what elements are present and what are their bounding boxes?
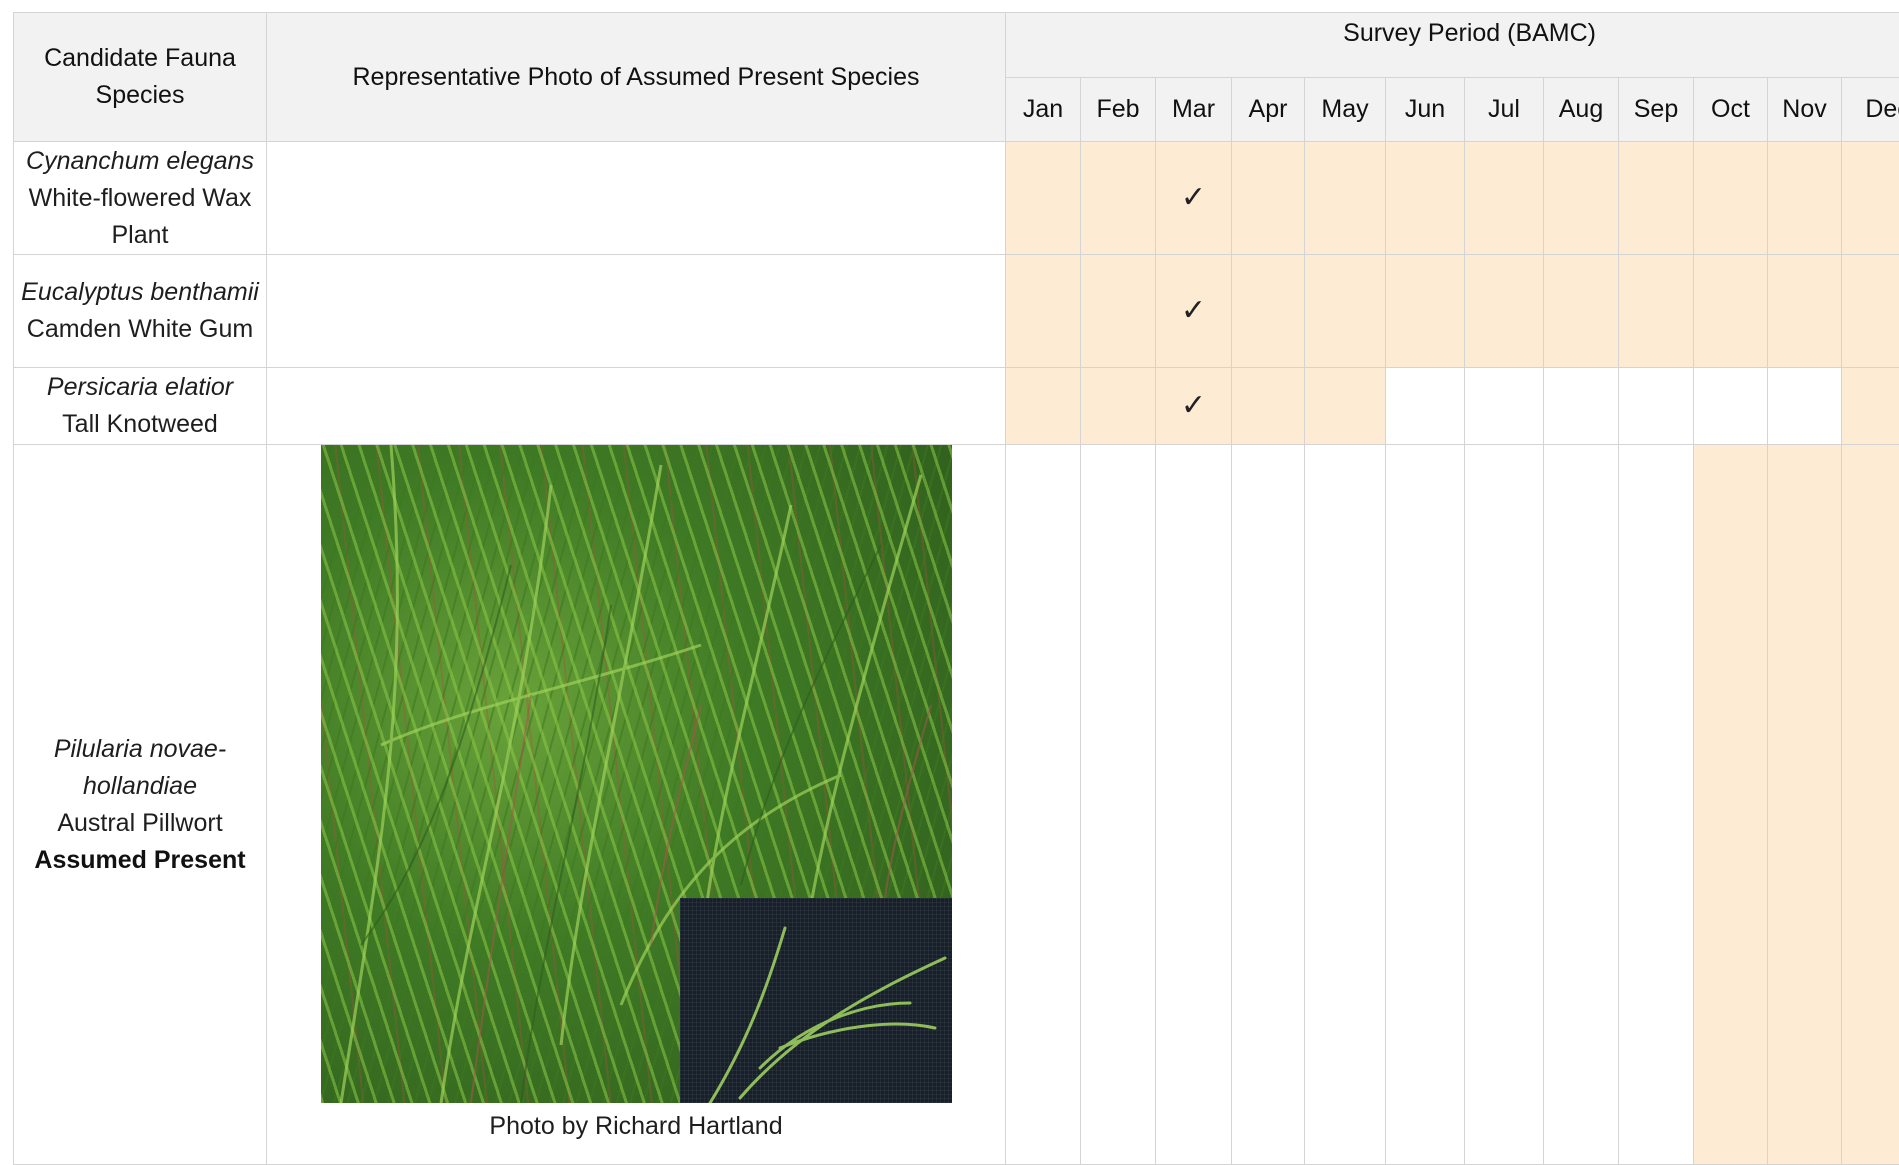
table-row: Pilularia novae-hollandiae Austral Pillw… xyxy=(14,445,1899,1165)
month-cell-oct xyxy=(1694,142,1768,255)
month-cell-aug xyxy=(1544,142,1619,255)
photo-cell xyxy=(267,255,1006,368)
month-cell-feb xyxy=(1081,255,1156,368)
month-cell-nov xyxy=(1768,445,1842,1165)
scientific-name: Persicaria elatior xyxy=(20,369,260,406)
month-cell-nov xyxy=(1768,255,1842,368)
month-cell-feb xyxy=(1081,445,1156,1165)
check-icon: ✓ xyxy=(1181,293,1206,328)
month-cell-mar: ✓ xyxy=(1156,142,1232,255)
common-name: Tall Knotweed xyxy=(20,406,260,443)
species-cell: Eucalyptus benthamii Camden White Gum xyxy=(14,255,267,368)
photo-cell xyxy=(267,142,1006,255)
month-cell-may xyxy=(1305,368,1386,445)
table-row: Persicaria elatior Tall Knotweed ✓ xyxy=(14,368,1899,445)
month-cell-jan xyxy=(1006,368,1081,445)
month-header-jun: Jun xyxy=(1386,78,1465,142)
month-header-mar: Mar xyxy=(1156,78,1232,142)
month-cell-mar xyxy=(1156,445,1232,1165)
month-cell-sep xyxy=(1619,255,1694,368)
month-cell-jul xyxy=(1465,445,1544,1165)
month-header-dec: Dec xyxy=(1842,78,1899,142)
month-header-nov: Nov xyxy=(1768,78,1842,142)
month-cell-nov xyxy=(1768,142,1842,255)
scientific-name: Eucalyptus benthamii xyxy=(20,274,260,311)
month-cell-mar: ✓ xyxy=(1156,368,1232,445)
month-cell-apr xyxy=(1232,445,1305,1165)
scientific-name: Pilularia novae-hollandiae xyxy=(20,731,260,805)
month-cell-jul xyxy=(1465,368,1544,445)
month-cell-jul xyxy=(1465,255,1544,368)
common-name: Camden White Gum xyxy=(20,311,260,348)
month-header-may: May xyxy=(1305,78,1386,142)
month-cell-aug xyxy=(1544,255,1619,368)
species-cell: Cynanchum elegans White-flowered Wax Pla… xyxy=(14,142,267,255)
month-cell-dec xyxy=(1842,142,1899,255)
month-cell-apr xyxy=(1232,368,1305,445)
month-cell-jan xyxy=(1006,255,1081,368)
common-name: White-flowered Wax Plant xyxy=(20,180,260,254)
month-cell-aug xyxy=(1544,368,1619,445)
month-cell-dec xyxy=(1842,255,1899,368)
common-name: Austral Pillwort xyxy=(20,805,260,842)
photo-caption: Photo by Richard Hartland xyxy=(267,1109,1005,1143)
month-cell-jan xyxy=(1006,445,1081,1165)
month-cell-sep xyxy=(1619,445,1694,1165)
table-body: Cynanchum elegans White-flowered Wax Pla… xyxy=(14,142,1899,1165)
check-icon: ✓ xyxy=(1181,388,1206,423)
month-header-oct: Oct xyxy=(1694,78,1768,142)
month-cell-mar: ✓ xyxy=(1156,255,1232,368)
month-cell-aug xyxy=(1544,445,1619,1165)
month-cell-jan xyxy=(1006,142,1081,255)
month-header-aug: Aug xyxy=(1544,78,1619,142)
month-cell-jun xyxy=(1386,142,1465,255)
month-cell-sep xyxy=(1619,368,1694,445)
photo-cell xyxy=(267,368,1006,445)
month-cell-jun xyxy=(1386,255,1465,368)
frond-inset xyxy=(680,898,952,1103)
survey-table: Candidate Fauna Species Representative P… xyxy=(13,12,1899,1165)
scientific-name: Cynanchum elegans xyxy=(20,143,260,180)
species-cell: Pilularia novae-hollandiae Austral Pillw… xyxy=(14,445,267,1165)
frond-drawing xyxy=(680,898,952,1103)
month-cell-oct xyxy=(1694,255,1768,368)
month-header-feb: Feb xyxy=(1081,78,1156,142)
month-cell-oct xyxy=(1694,445,1768,1165)
species-cell: Persicaria elatior Tall Knotweed xyxy=(14,368,267,445)
month-cell-may xyxy=(1305,255,1386,368)
month-header-jul: Jul xyxy=(1465,78,1544,142)
header-survey-period: Survey Period (BAMC) xyxy=(1006,13,1899,78)
month-cell-apr xyxy=(1232,142,1305,255)
month-header-jan: Jan xyxy=(1006,78,1081,142)
status-label: Assumed Present xyxy=(20,842,260,879)
month-cell-jun xyxy=(1386,368,1465,445)
table-row: Cynanchum elegans White-flowered Wax Pla… xyxy=(14,142,1899,255)
month-cell-apr xyxy=(1232,255,1305,368)
header-photo: Representative Photo of Assumed Present … xyxy=(267,13,1006,142)
photo-cell: Photo by Richard Hartland xyxy=(267,445,1006,1165)
month-header-apr: Apr xyxy=(1232,78,1305,142)
month-cell-dec xyxy=(1842,445,1899,1165)
header-species: Candidate Fauna Species xyxy=(14,13,267,142)
month-cell-feb xyxy=(1081,142,1156,255)
month-cell-dec xyxy=(1842,368,1899,445)
month-cell-may xyxy=(1305,142,1386,255)
month-cell-feb xyxy=(1081,368,1156,445)
month-cell-jun xyxy=(1386,445,1465,1165)
month-cell-nov xyxy=(1768,368,1842,445)
month-cell-may xyxy=(1305,445,1386,1165)
month-cell-oct xyxy=(1694,368,1768,445)
month-header-sep: Sep xyxy=(1619,78,1694,142)
table-row: Eucalyptus benthamii Camden White Gum ✓ xyxy=(14,255,1899,368)
check-icon: ✓ xyxy=(1181,180,1206,215)
species-photo xyxy=(321,445,952,1103)
month-cell-sep xyxy=(1619,142,1694,255)
month-cell-jul xyxy=(1465,142,1544,255)
